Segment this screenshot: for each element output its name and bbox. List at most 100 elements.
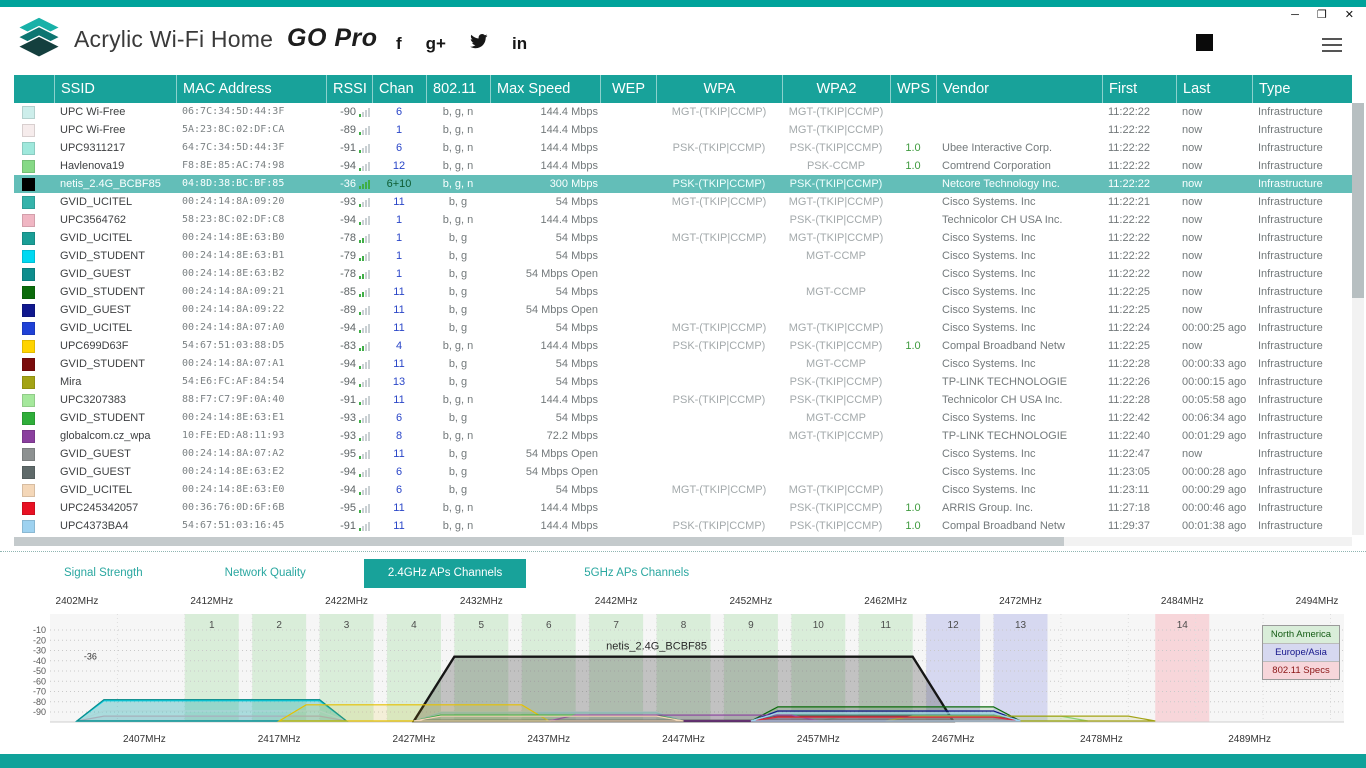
facebook-icon[interactable]: f [396, 34, 402, 54]
wpa-cell [656, 301, 782, 319]
twitter-icon[interactable] [470, 34, 488, 54]
table-row[interactable]: UPC Wi-Free06:7C:34:5D:44:3F-906b, g, n1… [14, 103, 1352, 121]
x-axis-label-bottom: 2467MHz [932, 734, 975, 745]
column-header-last[interactable]: Last [1176, 75, 1252, 103]
ssid-cell: GVID_UCITEL [54, 229, 176, 247]
first-seen-cell: 11:22:42 [1102, 409, 1176, 427]
linkedin-icon[interactable]: in [512, 34, 527, 54]
max-speed-cell: 144.4 Mbps [490, 157, 600, 175]
channel-cell: 11 [372, 319, 426, 337]
column-header-802-11[interactable]: 802.11 [426, 75, 490, 103]
table-row[interactable]: GVID_STUDENT00:24:14:8A:09:21-8511b, g54… [14, 283, 1352, 301]
vertical-scrollbar-thumb[interactable] [1352, 103, 1364, 298]
column-header-wep[interactable]: WEP [600, 75, 656, 103]
tab-5ghz-aps-channels[interactable]: 5GHz APs Channels [560, 559, 713, 588]
wpa2-cell: MGT-(TKIP|CCMP) [782, 121, 890, 139]
table-row[interactable]: UPC4373BA454:67:51:03:16:45-9111b, g, n1… [14, 517, 1352, 535]
column-header-max-speed[interactable]: Max Speed [490, 75, 600, 103]
table-row[interactable]: GVID_GUEST00:24:14:8E:63:E2-946b, g54 Mb… [14, 463, 1352, 481]
first-seen-cell: 11:22:22 [1102, 265, 1176, 283]
table-row[interactable]: GVID_STUDENT00:24:14:8E:63:E1-936b, g54 … [14, 409, 1352, 427]
chart-legend: North AmericaEurope/Asia802.11 Specs [1262, 625, 1340, 680]
mac-cell: 00:36:76:0D:6F:6B [176, 499, 326, 517]
mac-cell: 00:24:14:8E:63:E2 [176, 463, 326, 481]
table-row[interactable]: UPC931121764:7C:34:5D:44:3F-916b, g, n14… [14, 139, 1352, 157]
mac-cell: 58:23:8C:02:DF:C8 [176, 211, 326, 229]
table-row[interactable]: GVID_STUDENT00:24:14:8E:63:B1-791b, g54 … [14, 247, 1352, 265]
table-row[interactable]: UPC Wi-Free5A:23:8C:02:DF:CA-891b, g, n1… [14, 121, 1352, 139]
y-axis-label: -70 [33, 687, 46, 697]
ssid-cell: globalcom.cz_wpa [54, 427, 176, 445]
wep-cell [600, 481, 656, 499]
table-row[interactable]: UPC356476258:23:8C:02:DF:C8-941b, g, n14… [14, 211, 1352, 229]
column-header-first[interactable]: First [1102, 75, 1176, 103]
ssid-cell: UPC4373BA4 [54, 517, 176, 535]
last-seen-cell: now [1176, 301, 1252, 319]
column-header-vendor[interactable]: Vendor [936, 75, 1102, 103]
vertical-scrollbar[interactable] [1352, 103, 1364, 535]
table-row[interactable]: GVID_UCITEL00:24:14:8E:63:E0-946b, g54 M… [14, 481, 1352, 499]
close-button[interactable]: ✕ [1345, 8, 1354, 22]
horizontal-scrollbar[interactable] [14, 537, 1352, 546]
vendor-cell: Cisco Systems. Inc [936, 229, 1102, 247]
table-row[interactable]: GVID_UCITEL00:24:14:8E:63:B0-781b, g54 M… [14, 229, 1352, 247]
table-row[interactable]: UPC320738388:F7:C7:9F:0A:40-9111b, g, n1… [14, 391, 1352, 409]
table-row[interactable]: GVID_UCITEL00:24:14:8A:09:20-9311b, g54 … [14, 193, 1352, 211]
column-header-type[interactable]: Type [1252, 75, 1352, 103]
y-axis-label: -40 [33, 656, 46, 666]
mac-cell: 54:67:51:03:88:D5 [176, 337, 326, 355]
max-speed-cell: 144.4 Mbps [490, 517, 600, 535]
table-row[interactable]: GVID_UCITEL00:24:14:8A:07:A0-9411b, g54 … [14, 319, 1352, 337]
table-row[interactable]: UPC699D63F54:67:51:03:88:D5-834b, g, n14… [14, 337, 1352, 355]
column-header-chan[interactable]: Chan [372, 75, 426, 103]
column-header-rssi[interactable]: RSSI [326, 75, 372, 103]
table-row[interactable]: Havlenova19F8:8E:85:AC:74:98-9412b, g, n… [14, 157, 1352, 175]
table-row[interactable]: globalcom.cz_wpa10:FE:ED:A8:11:93-938b, … [14, 427, 1352, 445]
wpa2-cell: MGT-CCMP [782, 283, 890, 301]
column-header-wpa2[interactable]: WPA2 [782, 75, 890, 103]
wep-cell [600, 265, 656, 283]
table-row[interactable]: Mira54:E6:FC:AF:84:54-9413b, g54 MbpsPSK… [14, 373, 1352, 391]
x-axis-label-bottom: 2407MHz [123, 734, 166, 745]
color-swatch [22, 322, 35, 335]
vendor-cell: Compal Broadband Netw [936, 337, 1102, 355]
minimize-button[interactable]: ─ [1291, 8, 1299, 22]
wpa2-cell: PSK-(TKIP|CCMP) [782, 499, 890, 517]
table-row[interactable]: GVID_STUDENT00:24:14:8A:07:A1-9411b, g54… [14, 355, 1352, 373]
wpa2-cell [782, 463, 890, 481]
stop-scan-button[interactable] [1196, 34, 1213, 51]
standard-cell: b, g [426, 193, 490, 211]
last-seen-cell: 00:00:28 ago [1176, 463, 1252, 481]
wps-cell: 1.0 [890, 157, 936, 175]
wpa-cell [656, 355, 782, 373]
channel-number: 11 [881, 620, 892, 631]
tab-2-4ghz-aps-channels[interactable]: 2.4GHz APs Channels [364, 559, 526, 588]
table-row-selected[interactable]: netis_2.4G_BCBF8504:8D:38:BC:BF:85-366+1… [14, 175, 1352, 193]
table-row[interactable]: GVID_GUEST00:24:14:8A:07:A2-9511b, g54 M… [14, 445, 1352, 463]
wps-cell [890, 463, 936, 481]
column-header-wpa[interactable]: WPA [656, 75, 782, 103]
column-header-mac-address[interactable]: MAC Address [176, 75, 326, 103]
max-speed-cell: 54 Mbps Open [490, 463, 600, 481]
column-header-wps[interactable]: WPS [890, 75, 936, 103]
table-row[interactable]: GVID_GUEST00:24:14:8A:09:22-8911b, g54 M… [14, 301, 1352, 319]
channel-number: 3 [344, 620, 350, 631]
tab-signal-strength[interactable]: Signal Strength [40, 559, 167, 588]
signal-GVID_UCITEL [414, 716, 684, 721]
selected-signal-label: netis_2.4G_BCBF85 [606, 641, 707, 653]
horizontal-scrollbar-thumb[interactable] [14, 537, 1064, 546]
table-row[interactable]: UPC24534205700:36:76:0D:6F:6B-9511b, g, … [14, 499, 1352, 517]
column-header-ssid[interactable]: SSID [54, 75, 176, 103]
google-plus-icon[interactable]: g+ [426, 34, 446, 54]
last-seen-cell: now [1176, 229, 1252, 247]
tab-network-quality[interactable]: Network Quality [201, 559, 330, 588]
hamburger-menu-icon[interactable] [1322, 38, 1342, 56]
wep-cell [600, 409, 656, 427]
table-row[interactable]: GVID_GUEST00:24:14:8E:63:B2-781b, g54 Mb… [14, 265, 1352, 283]
last-seen-cell: 00:01:38 ago [1176, 517, 1252, 535]
standard-cell: b, g, n [426, 517, 490, 535]
channel-cell: 11 [372, 355, 426, 373]
type-cell: Infrastructure [1252, 103, 1352, 121]
go-pro-button[interactable]: GO Pro [287, 24, 378, 53]
restore-button[interactable]: ❐ [1317, 8, 1327, 22]
